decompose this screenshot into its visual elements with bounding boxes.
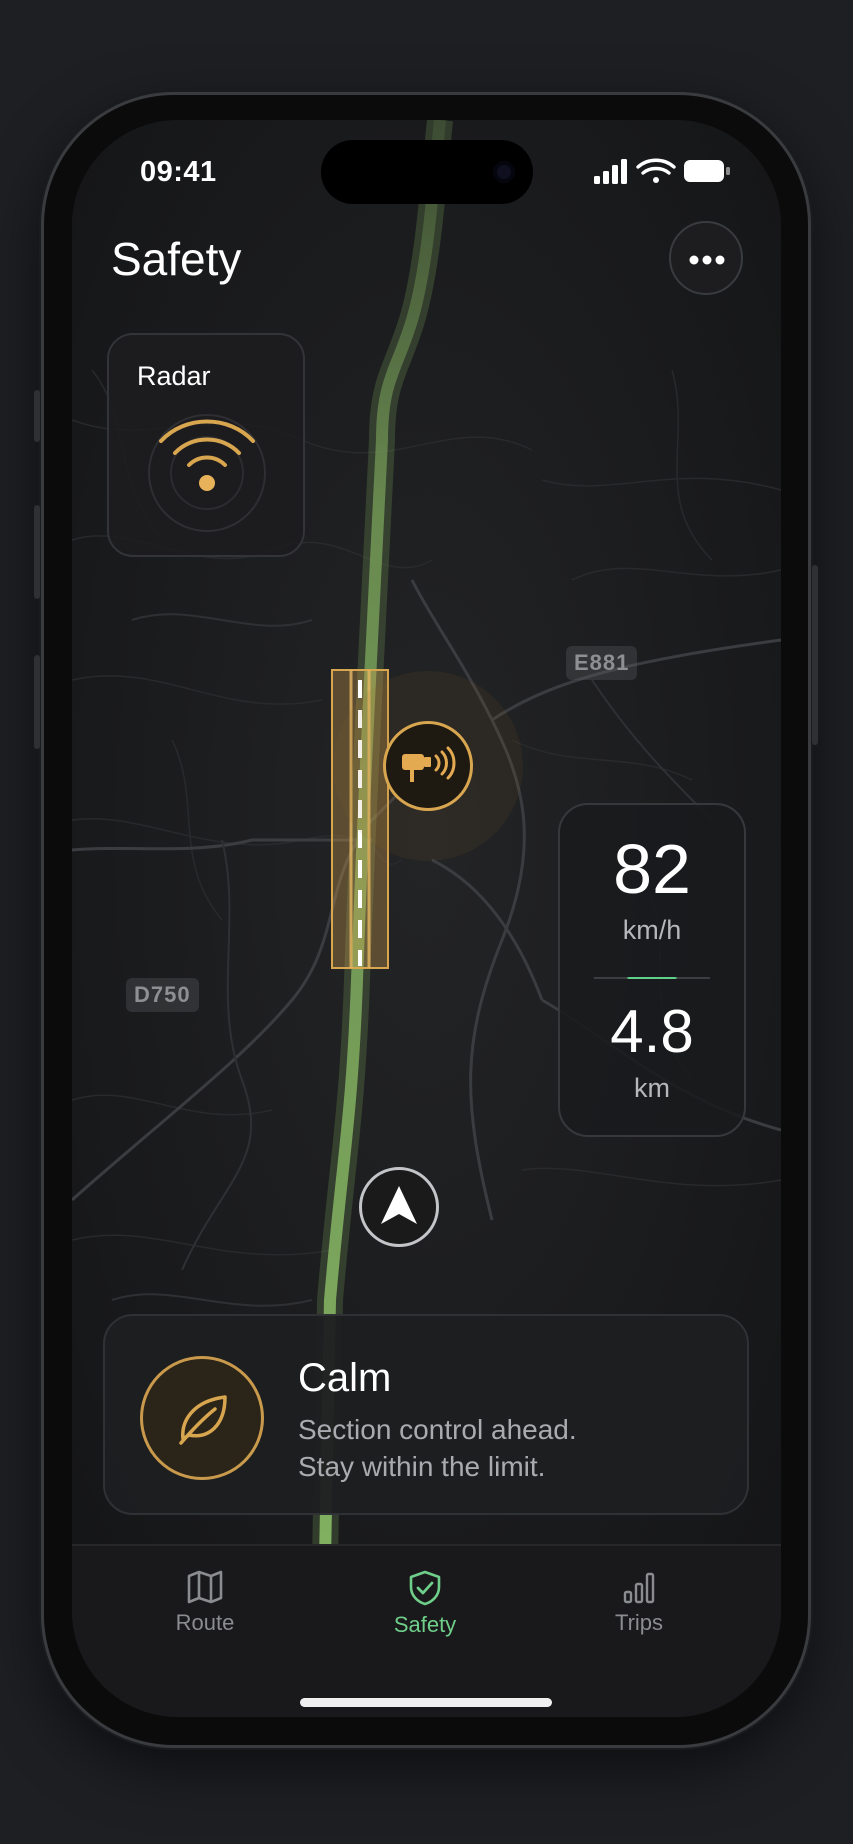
more-icon [689, 255, 725, 265]
leaf-icon [179, 1395, 227, 1445]
alert-card[interactable]: Calm Section control ahead. Stay within … [103, 1314, 749, 1515]
speed-unit: km/h [622, 915, 682, 945]
status-time: 09:41 [140, 156, 217, 188]
tab-safety-label: Safety [393, 1612, 457, 1637]
distance-unit: km [634, 1073, 670, 1103]
radar-card[interactable]: Radar [107, 333, 305, 557]
front-camera [493, 161, 515, 183]
tab-route[interactable]: Route [135, 1570, 275, 1636]
alert-title: Calm [298, 1356, 392, 1400]
screen: E881 D750 09:41 Safety Radar 82 km/h 4.8… [72, 120, 781, 1717]
volume-up-button [34, 505, 40, 599]
tab-bar: Route Safety Trips [72, 1544, 781, 1717]
tab-route-label: Route [175, 1610, 235, 1635]
section-distance: 4.8 [610, 998, 694, 1065]
speed-divider [594, 977, 710, 979]
dynamic-island [321, 140, 533, 204]
map-icon [187, 1570, 223, 1604]
radar-label: Radar [137, 361, 211, 391]
alert-message-line-2: Stay within the limit. [298, 1451, 546, 1482]
tab-safety[interactable]: Safety [355, 1570, 495, 1638]
signal-icon [594, 159, 627, 184]
navigation-arrow-icon [381, 1186, 417, 1224]
tab-trips[interactable]: Trips [569, 1570, 709, 1636]
current-location-marker[interactable] [359, 1167, 439, 1247]
bar-chart-icon [623, 1572, 655, 1604]
home-indicator[interactable] [300, 1698, 552, 1707]
status-icons [594, 158, 730, 184]
more-button[interactable] [669, 221, 743, 295]
battery-icon [684, 160, 730, 182]
road-label-e881: E881 [566, 646, 638, 680]
radar-icon [148, 414, 266, 532]
leaf-badge [140, 1356, 264, 1480]
speed-camera-marker[interactable] [383, 721, 473, 811]
alert-message-line-1: Section control ahead. [298, 1414, 577, 1445]
current-speed: 82 [613, 830, 691, 908]
shield-check-icon [409, 1570, 441, 1606]
power-button [812, 565, 818, 745]
silent-switch [34, 390, 40, 442]
speed-distance-card: 82 km/h 4.8 km [558, 803, 746, 1137]
wifi-icon [636, 158, 676, 183]
road-label-d750: D750 [126, 978, 199, 1012]
speed-camera-icon [402, 746, 456, 782]
page-title: Safety [111, 233, 242, 285]
tab-trips-label: Trips [614, 1610, 664, 1635]
volume-down-button [34, 655, 40, 749]
